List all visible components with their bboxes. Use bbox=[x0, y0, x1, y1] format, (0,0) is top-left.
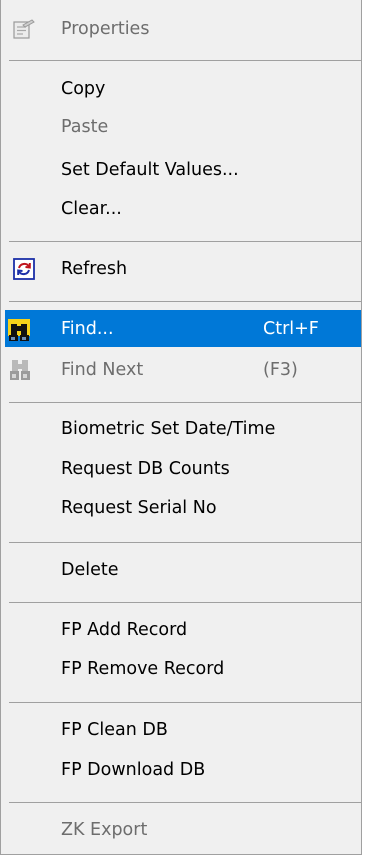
menu-item-label: Clear... bbox=[61, 198, 122, 219]
menu-item-zk-export: ZK Export bbox=[5, 811, 361, 848]
menu-item-paste: Paste bbox=[5, 108, 361, 145]
menu-item-properties: Properties bbox=[5, 10, 361, 47]
menu-item-label: Paste bbox=[61, 116, 109, 137]
context-menu: Properties Copy Paste Set Default Values… bbox=[0, 0, 362, 855]
menu-item-label: ZK Export bbox=[61, 819, 148, 840]
binoculars-icon bbox=[7, 357, 33, 383]
menu-separator bbox=[9, 402, 361, 403]
menu-item-shortcut: Ctrl+F bbox=[263, 318, 319, 339]
menu-separator bbox=[9, 602, 361, 603]
menu-item-label: Request Serial No bbox=[61, 497, 217, 518]
menu-item-label: Set Default Values... bbox=[61, 159, 239, 180]
menu-item-request-db-counts[interactable]: Request DB Counts bbox=[5, 450, 361, 487]
refresh-icon bbox=[11, 256, 37, 282]
menu-item-label: Find Next bbox=[61, 359, 144, 380]
menu-item-label: FP Remove Record bbox=[61, 658, 225, 679]
menu-item-find[interactable]: Find... Ctrl+F bbox=[5, 310, 361, 347]
properties-icon bbox=[11, 16, 37, 42]
menu-separator bbox=[9, 241, 361, 242]
menu-item-find-next: Find Next (F3) bbox=[5, 351, 361, 388]
menu-item-clear[interactable]: Clear... bbox=[5, 190, 361, 227]
menu-item-biometric-set-date-time[interactable]: Biometric Set Date/Time bbox=[5, 410, 361, 447]
menu-item-refresh[interactable]: Refresh bbox=[5, 250, 361, 287]
menu-item-label: Find... bbox=[61, 318, 114, 339]
menu-item-fp-remove-record[interactable]: FP Remove Record bbox=[5, 650, 361, 687]
menu-separator bbox=[9, 301, 361, 302]
menu-item-copy[interactable]: Copy bbox=[5, 70, 361, 107]
menu-item-label: FP Clean DB bbox=[61, 719, 168, 740]
menu-item-fp-download-db[interactable]: FP Download DB bbox=[5, 751, 361, 788]
binoculars-icon bbox=[7, 316, 33, 342]
menu-item-label: Delete bbox=[61, 559, 119, 580]
menu-item-set-default-values[interactable]: Set Default Values... bbox=[5, 151, 361, 188]
menu-item-fp-add-record[interactable]: FP Add Record bbox=[5, 611, 361, 648]
menu-separator bbox=[9, 60, 361, 61]
menu-separator bbox=[9, 802, 361, 803]
menu-item-request-serial-no[interactable]: Request Serial No bbox=[5, 489, 361, 526]
menu-item-label: Refresh bbox=[61, 258, 128, 279]
menu-separator bbox=[9, 542, 361, 543]
menu-item-label: Copy bbox=[61, 78, 106, 99]
menu-item-delete[interactable]: Delete bbox=[5, 551, 361, 588]
menu-item-fp-clean-db[interactable]: FP Clean DB bbox=[5, 711, 361, 748]
menu-item-label: Request DB Counts bbox=[61, 458, 230, 479]
menu-item-label: FP Download DB bbox=[61, 759, 206, 780]
menu-item-label: FP Add Record bbox=[61, 619, 188, 640]
menu-item-label: Properties bbox=[61, 18, 150, 39]
menu-item-shortcut: (F3) bbox=[263, 359, 298, 380]
menu-separator bbox=[9, 702, 361, 703]
menu-item-label: Biometric Set Date/Time bbox=[61, 418, 276, 439]
